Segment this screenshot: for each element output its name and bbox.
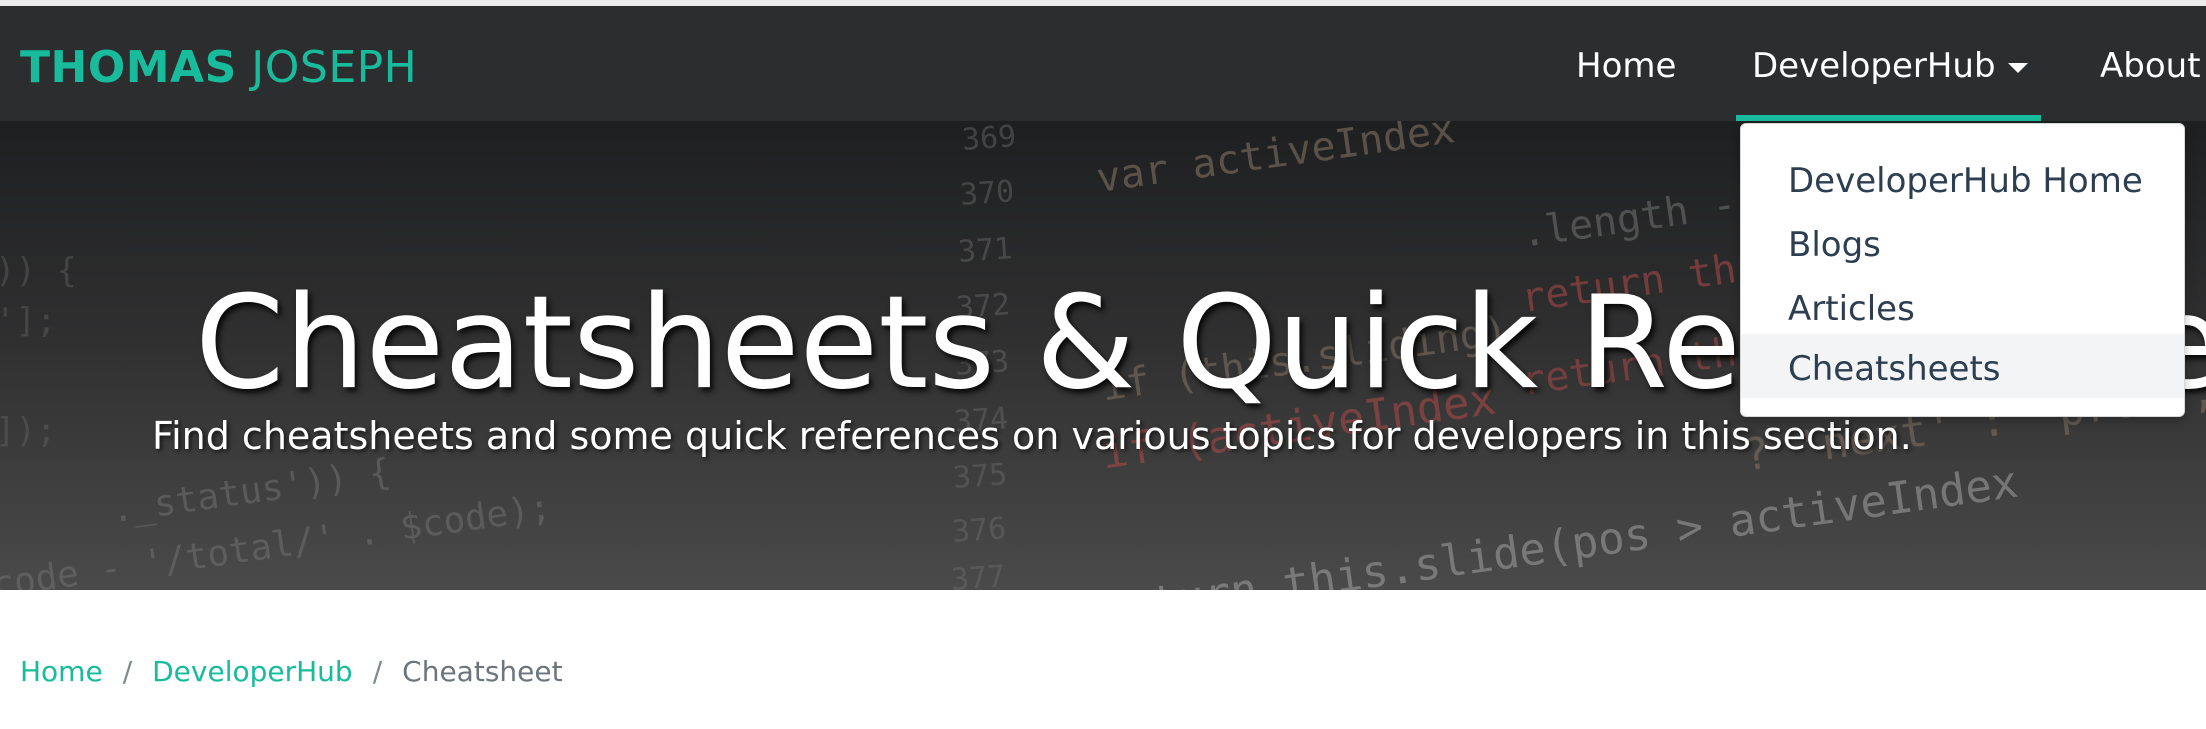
dropdown-item-cheatsheets[interactable]: Cheatsheets [1741, 334, 2184, 398]
breadcrumb-home-link[interactable]: Home [20, 655, 103, 688]
bg-code-line: 376 [950, 511, 1008, 550]
nav-developerhub-toggle[interactable]: DeveloperHub [1752, 46, 2028, 86]
breadcrumb-developerhub-link[interactable]: DeveloperHub [152, 655, 353, 688]
dropdown-item-blogs[interactable]: Blogs [1741, 210, 2184, 274]
developerhub-dropdown-menu: DeveloperHub Home Blogs Articles Cheatsh… [1740, 123, 2185, 417]
dropdown-item-articles[interactable]: Articles [1741, 274, 2184, 338]
page-subtitle: Find cheatsheets and some quick referenc… [152, 414, 1912, 458]
breadcrumb-current: Cheatsheet [402, 655, 563, 688]
bg-code-line: 375 [951, 457, 1009, 496]
brand-last-name: JOSEPH [251, 42, 418, 93]
bg-code-line: var activeIndex [1093, 121, 1458, 202]
dropdown-item-label: Cheatsheets [1788, 349, 2001, 389]
dropdown-item-label: Articles [1788, 289, 1915, 329]
bg-code-line: ']; [0, 301, 57, 341]
bg-code-line: return this.slide(pos > activeIndex [1095, 456, 2022, 590]
bg-code-line: ]); [0, 411, 57, 451]
dropdown-item-label: DeveloperHub Home [1788, 161, 2143, 201]
breadcrumb-separator: / [372, 655, 383, 688]
bg-code-line: 370 [958, 174, 1016, 213]
brand-logo[interactable]: THOMAS JOSEPH [20, 42, 417, 93]
breadcrumb-separator: / [122, 655, 133, 688]
navbar: THOMAS JOSEPH Home DeveloperHub About [0, 6, 2206, 122]
bg-code-line: )) { [0, 251, 77, 291]
dropdown-item-developerhub-home[interactable]: DeveloperHub Home [1741, 146, 2184, 210]
nav-about-link[interactable]: About [2100, 46, 2201, 86]
brand-first-name: THOMAS [20, 42, 237, 93]
bg-code-line: 371 [956, 231, 1014, 270]
nav-home-link[interactable]: Home [1576, 46, 1676, 86]
bg-code-line: 377 [949, 559, 1007, 590]
caret-down-icon [2007, 62, 2028, 73]
nav-developerhub-label: DeveloperHub [1752, 46, 1996, 86]
bg-code-line: 369 [960, 121, 1018, 158]
dropdown-item-label: Blogs [1788, 225, 1881, 265]
breadcrumb: Home / DeveloperHub / Cheatsheet [20, 655, 563, 688]
